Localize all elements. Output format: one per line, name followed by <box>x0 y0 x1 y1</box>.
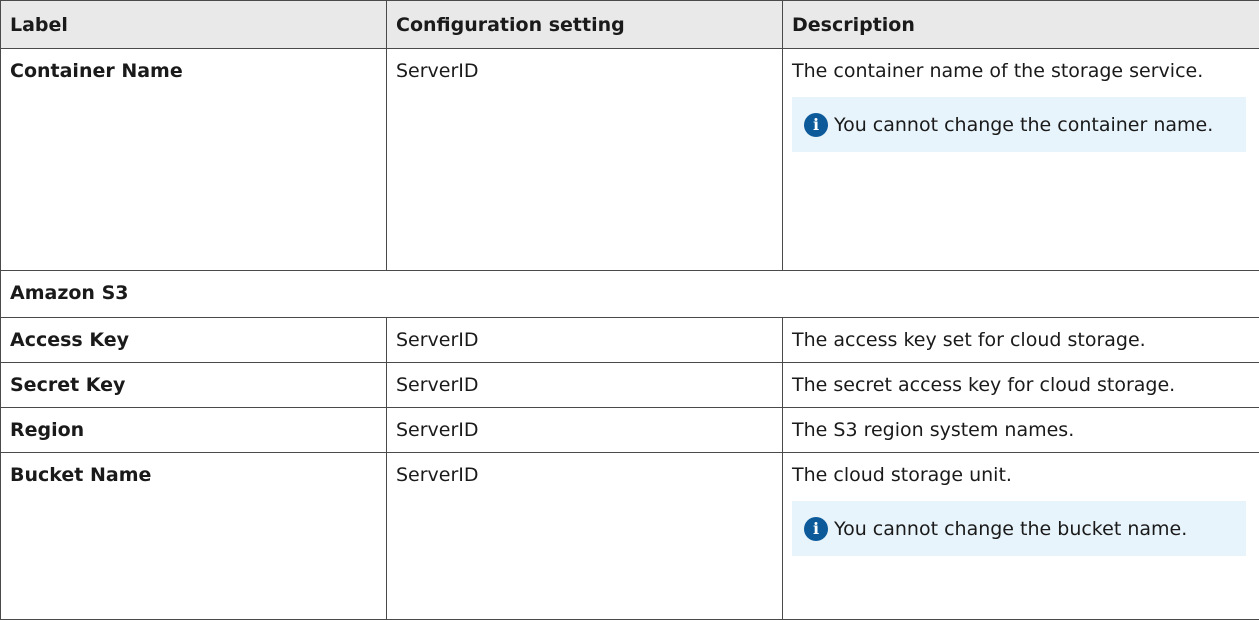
row-label: Region <box>1 408 387 453</box>
row-setting: ServerID <box>387 408 783 453</box>
row-description: The cloud storage unit. <box>792 461 1250 489</box>
header-label: Label <box>1 1 387 49</box>
row-label: Bucket Name <box>1 453 387 620</box>
table-row: Bucket Name ServerID The cloud storage u… <box>1 453 1259 620</box>
section-row: Amazon S3 <box>1 271 1259 318</box>
section-title: Amazon S3 <box>1 271 1259 318</box>
table-row: Access Key ServerID The access key set f… <box>1 318 1259 363</box>
row-setting: ServerID <box>387 453 783 620</box>
row-description-cell: The container name of the storage servic… <box>783 49 1259 271</box>
row-setting: ServerID <box>387 49 783 271</box>
row-setting: ServerID <box>387 318 783 363</box>
info-icon: i <box>804 113 828 137</box>
header-configuration-setting: Configuration setting <box>387 1 783 49</box>
row-label: Container Name <box>1 49 387 271</box>
info-icon: i <box>804 517 828 541</box>
row-description: The secret access key for cloud storage. <box>783 363 1259 408</box>
row-description-cell: The cloud storage unit. i You cannot cha… <box>783 453 1259 620</box>
table-row: Region ServerID The S3 region system nam… <box>1 408 1259 453</box>
row-setting: ServerID <box>387 363 783 408</box>
row-label: Secret Key <box>1 363 387 408</box>
note-box: i You cannot change the container name. <box>792 97 1246 152</box>
note-box: i You cannot change the bucket name. <box>792 501 1246 556</box>
row-label: Access Key <box>1 318 387 363</box>
note-text: You cannot change the container name. <box>834 111 1213 139</box>
table-row: Secret Key ServerID The secret access ke… <box>1 363 1259 408</box>
row-description: The container name of the storage servic… <box>792 57 1250 85</box>
table-header-row: Label Configuration setting Description <box>1 1 1259 49</box>
table-row: Container Name ServerID The container na… <box>1 49 1259 271</box>
note-text: You cannot change the bucket name. <box>834 515 1187 543</box>
row-description: The access key set for cloud storage. <box>783 318 1259 363</box>
configuration-table: Label Configuration setting Description … <box>0 0 1259 620</box>
header-description: Description <box>783 1 1259 49</box>
row-description: The S3 region system names. <box>783 408 1259 453</box>
